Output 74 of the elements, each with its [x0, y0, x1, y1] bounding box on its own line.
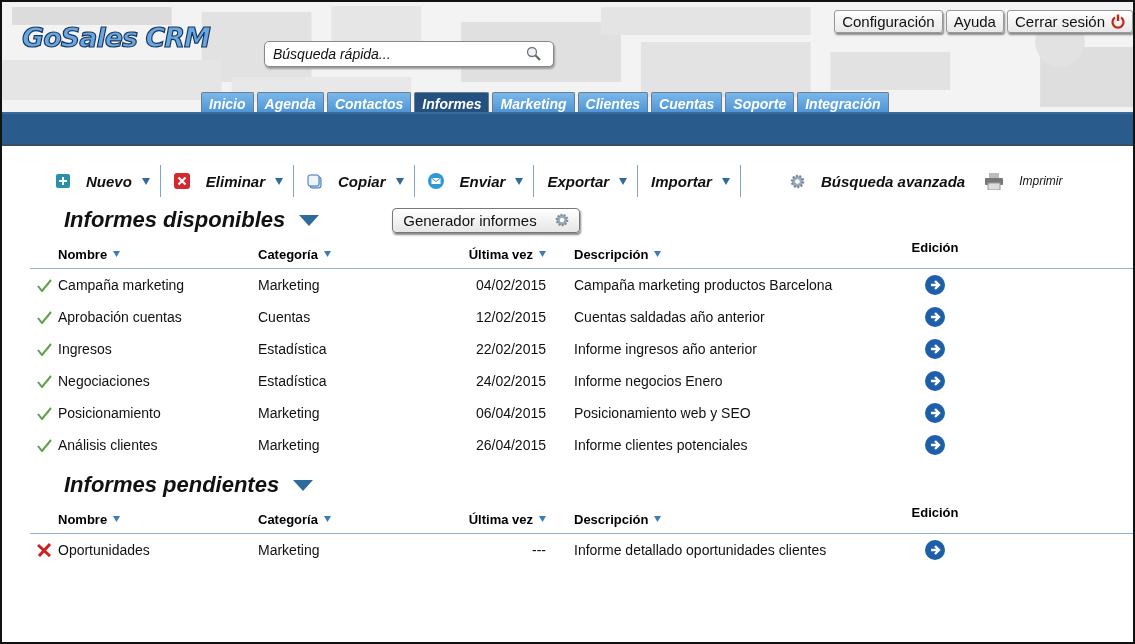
- table-cell: Posicionamiento: [58, 405, 161, 421]
- gear-icon: [554, 213, 569, 227]
- toolbar-button[interactable]: Nuevo: [78, 172, 132, 190]
- table-cell: Cuentas: [258, 309, 311, 325]
- table-cell: Marketing: [258, 277, 320, 293]
- table-cell: ---: [532, 542, 546, 558]
- table-cell: Aprobación cuentas: [58, 309, 182, 325]
- table-cell: Informe negocios Enero: [574, 373, 723, 389]
- power-icon: [1111, 14, 1125, 29]
- table-cell: Negociaciones: [58, 373, 150, 389]
- column-header[interactable]: Edición: [911, 239, 959, 255]
- table-cell: Cuentas saldadas año anterior: [574, 309, 765, 325]
- nav-tab[interactable]: Informes: [414, 92, 490, 114]
- gear-icon: [789, 173, 805, 189]
- envelope-icon: [427, 173, 444, 189]
- column-header[interactable]: Edición: [911, 504, 959, 520]
- toolbar-button[interactable]: Exportar: [547, 172, 610, 190]
- table-cell: Marketing: [258, 405, 320, 421]
- caret-icon[interactable]: [293, 479, 314, 491]
- table-cell: Marketing: [258, 437, 320, 453]
- table-cell: 26/04/2015: [475, 437, 546, 453]
- delete-icon: [173, 173, 190, 189]
- search-field[interactable]: Búsqueda rápida...: [264, 41, 554, 67]
- table-cell: Informe clientes potenciales: [574, 437, 748, 453]
- generator-button[interactable]: Generador informes: [392, 207, 580, 233]
- sort-icon[interactable]: [323, 516, 331, 522]
- table-cell: 06/04/2015: [475, 405, 546, 421]
- table-cell: Estadística: [258, 341, 327, 357]
- table-cell: 12/02/2015: [475, 309, 546, 325]
- plus-icon: [56, 174, 70, 188]
- header-link[interactable]: Cerrar sesión: [1006, 10, 1133, 33]
- table-cell: 24/02/2015: [475, 373, 546, 389]
- printer-icon: [985, 172, 1004, 190]
- toolbar-button[interactable]: Enviar: [451, 172, 506, 190]
- column-header[interactable]: Última vez: [468, 246, 533, 262]
- sort-icon[interactable]: [539, 251, 546, 257]
- sort-icon[interactable]: [539, 516, 546, 522]
- sort-icon[interactable]: [654, 516, 662, 522]
- section-title: Informes pendientes: [64, 472, 280, 498]
- sort-icon[interactable]: [113, 251, 121, 257]
- toolbar-button[interactable]: Búsqueda avanzada: [812, 172, 966, 190]
- column-header[interactable]: Categoría: [258, 246, 318, 262]
- sort-icon[interactable]: [654, 251, 662, 257]
- table-cell: 04/02/2015: [475, 277, 546, 293]
- column-header[interactable]: Descripción: [574, 246, 649, 262]
- column-header[interactable]: Descripción: [574, 511, 649, 527]
- toolbar-button[interactable]: Imprimir: [1011, 174, 1063, 188]
- column-header[interactable]: Categoría: [258, 511, 318, 527]
- sort-icon[interactable]: [323, 251, 331, 257]
- table-cell: Campaña marketing: [58, 277, 185, 293]
- sort-icon[interactable]: [113, 516, 121, 522]
- column-header[interactable]: Última vez: [468, 511, 533, 527]
- table-cell: 22/02/2015: [475, 341, 546, 357]
- caret-icon[interactable]: [299, 214, 320, 226]
- header-link[interactable]: Configuración: [834, 10, 943, 33]
- section-title: Informes disponibles: [64, 207, 286, 233]
- header-link[interactable]: Ayuda: [945, 10, 1004, 33]
- column-header[interactable]: Nombre: [58, 511, 108, 527]
- table-cell: Análisis clientes: [58, 437, 158, 453]
- table-cell: Marketing: [258, 542, 320, 558]
- search-icon: [526, 46, 542, 62]
- toolbar-button[interactable]: Eliminar: [197, 172, 266, 190]
- copy-icon: [307, 173, 323, 189]
- toolbar-button[interactable]: Importar: [651, 172, 712, 190]
- column-header[interactable]: Nombre: [58, 246, 108, 262]
- logo: GoSales CRM: [22, 22, 210, 53]
- table-cell: Informe ingresos año anterior: [574, 341, 757, 357]
- table-cell: Informe detallado oportunidades clientes: [574, 542, 827, 558]
- table-cell: Ingresos: [58, 341, 112, 357]
- table-cell: Oportunidades: [58, 542, 150, 558]
- table-cell: Campaña marketing productos Barcelona: [574, 277, 833, 293]
- table-cell: Estadística: [258, 373, 327, 389]
- toolbar-button[interactable]: Copiar: [330, 172, 386, 190]
- table-cell: Posicionamiento web y SEO: [574, 405, 751, 421]
